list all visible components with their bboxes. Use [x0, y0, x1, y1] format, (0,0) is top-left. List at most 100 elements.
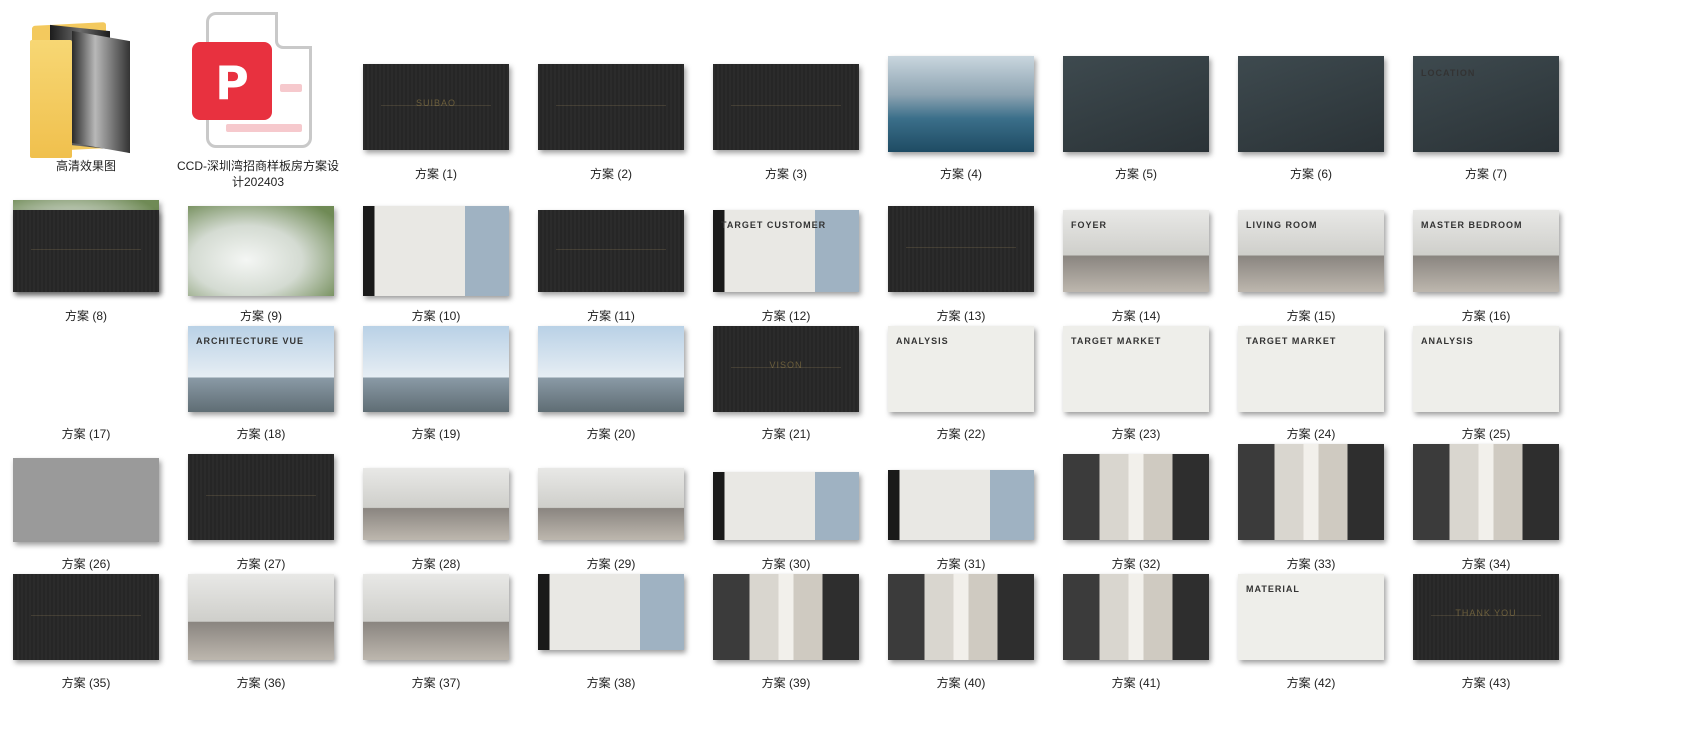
file-label: 方案 (30) — [761, 557, 811, 571]
file-label: 方案 (38) — [586, 676, 636, 690]
file-grid: 高清效果图 P CCD-深圳湾招商样板房方案设计202403 SUIBAO 方案 … — [0, 0, 1689, 756]
slide-thumbnail: MASTER BEDROOM — [1413, 210, 1559, 292]
slide-title-text: THANK YOU — [1455, 608, 1517, 619]
file-label: 方案 (10) — [411, 309, 461, 323]
file-label: 高清效果图 — [55, 159, 116, 173]
slide-thumbnail — [888, 206, 1034, 292]
file-label: 方案 (23) — [1111, 427, 1161, 441]
slide-thumbnail — [888, 470, 1034, 540]
file-label: 方案 (17) — [61, 427, 111, 441]
slide-thumbnail: ARCHITECTURE VUE — [188, 326, 334, 412]
slide-thumbnail: THANK YOU — [1413, 574, 1559, 660]
file-label: 方案 (37) — [411, 676, 461, 690]
slide-thumbnail: SUIBAO — [363, 64, 509, 150]
slide-title-text: FOYER — [1071, 219, 1108, 230]
slide-title-text: ARCHITECTURE VUE — [196, 336, 305, 347]
file-label: 方案 (8) — [64, 309, 107, 323]
slide-thumbnail: LOCATION — [1413, 56, 1559, 152]
slide-title-text: LOCATION — [1421, 67, 1476, 78]
slide-thumbnail — [538, 574, 684, 650]
slide-thumbnail: TARGET CUSTOMER — [713, 210, 859, 292]
file-label: 方案 (7) — [1464, 167, 1507, 181]
slide-thumbnail — [538, 64, 684, 150]
slide-thumbnail — [713, 574, 859, 660]
file-label: 方案 (11) — [587, 309, 635, 323]
file-label: 方案 (43) — [1461, 676, 1511, 690]
file-label: 方案 (4) — [939, 167, 982, 181]
slide-thumbnail: TARGET MARKET — [1063, 326, 1209, 412]
file-label: 方案 (5) — [1114, 167, 1157, 181]
file-label: 方案 (14) — [1111, 309, 1161, 323]
slide-thumbnail — [188, 206, 334, 296]
slide-thumbnail — [538, 468, 684, 540]
file-label: 方案 (32) — [1111, 557, 1161, 571]
file-label: 方案 (40) — [936, 676, 986, 690]
slide-thumbnail — [1063, 574, 1209, 660]
slide-thumbnail: ANALYSIS — [1413, 326, 1559, 412]
slide-thumbnail — [188, 574, 334, 660]
slide-title-text: TARGET CUSTOMER — [721, 219, 827, 230]
slide-thumbnail — [363, 574, 509, 660]
file-label: 方案 (19) — [411, 427, 461, 441]
file-label: 方案 (15) — [1286, 309, 1336, 323]
slide-title-text: ANALYSIS — [896, 336, 949, 347]
file-label: 方案 (33) — [1286, 557, 1336, 571]
slide-thumbnail: VISON — [713, 326, 859, 412]
slide-thumbnail — [888, 56, 1034, 152]
pdf-file-icon: P — [192, 12, 316, 150]
file-label: 方案 (22) — [936, 427, 986, 441]
slide-title-text: ANALYSIS — [1421, 336, 1474, 347]
file-label: CCD-深圳湾招商样板房方案设计202403 — [177, 159, 339, 189]
slide-thumbnail: LIVING ROOM — [1238, 210, 1384, 292]
slide-thumbnail — [13, 210, 159, 292]
file-label: 方案 (21) — [761, 427, 811, 441]
slide-thumbnail: MATERIAL — [1238, 574, 1384, 660]
slide-thumbnail — [363, 468, 509, 540]
file-item-pdf[interactable]: P CCD-深圳湾招商样板房方案设计202403 — [172, 0, 344, 195]
file-label: 方案 (31) — [936, 557, 986, 571]
file-label: 方案 (12) — [761, 309, 811, 323]
file-label: 方案 (6) — [1289, 167, 1332, 181]
slide-thumbnail — [363, 326, 509, 412]
slide-title-text: TARGET MARKET — [1246, 336, 1337, 347]
slide-thumbnail: FOYER — [1063, 210, 1209, 292]
slide-title-text: LIVING ROOM — [1246, 219, 1318, 230]
slide-thumbnail — [1063, 56, 1209, 152]
slide-thumbnail — [1238, 56, 1384, 152]
file-label: 方案 (28) — [411, 557, 461, 571]
slide-title-text: VISON — [769, 360, 803, 371]
file-label: 方案 (39) — [761, 676, 811, 690]
slide-title-text: MATERIAL — [1246, 584, 1300, 595]
slide-thumbnail — [538, 210, 684, 292]
file-label: 方案 (18) — [236, 427, 286, 441]
file-label: 方案 (24) — [1286, 427, 1336, 441]
file-label: 方案 (13) — [936, 309, 986, 323]
slide-thumbnail — [13, 574, 159, 660]
file-label: 方案 (27) — [236, 557, 286, 571]
file-label: 方案 (3) — [764, 167, 807, 181]
slide-thumbnail — [188, 454, 334, 540]
file-label: 方案 (42) — [1286, 676, 1336, 690]
file-label: 方案 (1) — [414, 167, 457, 181]
slide-thumbnail — [538, 326, 684, 412]
slide-thumbnail — [713, 472, 859, 540]
file-item-folder[interactable]: 高清效果图 — [0, 0, 172, 190]
slide-thumbnail: ANALYSIS — [888, 326, 1034, 412]
slide-title-text: SUIBAO — [415, 98, 456, 109]
slide-thumbnail — [1063, 454, 1209, 540]
file-label: 方案 (29) — [586, 557, 636, 571]
slide-title-text: TARGET MARKET — [1071, 336, 1162, 347]
slide-thumbnail: TARGET MARKET — [1238, 326, 1384, 412]
slide-thumbnail — [13, 458, 159, 542]
file-label: 方案 (36) — [236, 676, 286, 690]
slide-thumbnail — [1413, 444, 1559, 540]
slide-thumbnail — [1238, 444, 1384, 540]
file-label: 方案 (20) — [586, 427, 636, 441]
slide-thumbnail — [713, 64, 859, 150]
folder-icon — [28, 14, 136, 158]
file-label: 方案 (2) — [589, 167, 632, 181]
file-label: 方案 (35) — [61, 676, 111, 690]
file-label: 方案 (16) — [1461, 309, 1511, 323]
slide-title-text: MASTER BEDROOM — [1421, 219, 1523, 230]
file-label: 方案 (9) — [239, 309, 282, 323]
